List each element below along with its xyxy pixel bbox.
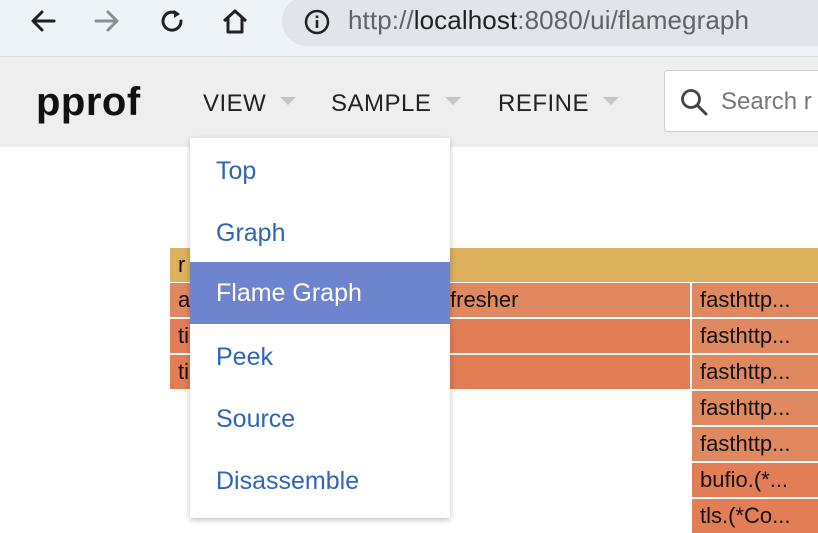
frame-label: a xyxy=(178,287,191,312)
menu-refine-label: REFINE xyxy=(498,90,590,117)
url-path: :8080/ui/flamegraph xyxy=(517,5,750,35)
flame-frame[interactable]: fasthttp... xyxy=(690,391,818,425)
reload-icon[interactable] xyxy=(157,6,187,36)
brand-logo: pprof xyxy=(36,80,141,124)
menu-view-label: VIEW xyxy=(203,90,267,117)
search-input[interactable]: Search r xyxy=(664,70,818,132)
menu-item-peek[interactable]: Peek xyxy=(190,326,450,388)
menu-refine[interactable]: REFINE xyxy=(498,90,620,118)
menu-item-disassemble[interactable]: Disassemble xyxy=(190,450,450,512)
chevron-down-icon xyxy=(603,96,620,105)
search-placeholder: Search r xyxy=(721,88,812,115)
url-text[interactable]: http://localhost:8080/ui/flamegraph xyxy=(348,5,749,36)
search-icon xyxy=(681,89,708,116)
url-scheme: http:// xyxy=(348,5,414,35)
flame-frame[interactable]: bufio.(*... xyxy=(690,463,818,497)
menu-item-graph[interactable]: Graph xyxy=(190,202,450,264)
chevron-down-icon xyxy=(280,96,297,105)
menu-sample-label: SAMPLE xyxy=(331,90,432,117)
flame-frame[interactable]: fasthttp... xyxy=(690,427,818,461)
home-icon[interactable] xyxy=(220,6,250,36)
flame-frame[interactable]: tls.(*Co... xyxy=(690,499,818,533)
menu-sample[interactable]: SAMPLE xyxy=(331,90,462,118)
info-icon[interactable] xyxy=(303,8,331,36)
forward-arrow-icon[interactable] xyxy=(92,6,122,36)
url-host: localhost xyxy=(413,5,518,35)
flame-frame[interactable]: fasthttp... xyxy=(690,355,818,389)
menu-item-top[interactable]: Top xyxy=(190,140,450,202)
flame-frame[interactable]: fasthttp... xyxy=(690,283,818,317)
flame-frame[interactable]: fasthttp... xyxy=(690,319,818,353)
frame-label: fresher xyxy=(450,287,519,312)
menu-item-flame-graph[interactable]: Flame Graph xyxy=(190,262,450,324)
menu-item-source[interactable]: Source xyxy=(190,388,450,450)
view-dropdown-menu: Top Graph Flame Graph Peek Source Disass… xyxy=(190,138,450,518)
back-arrow-icon[interactable] xyxy=(28,6,58,36)
chevron-down-icon xyxy=(445,96,462,105)
menu-view[interactable]: VIEW xyxy=(203,90,297,118)
